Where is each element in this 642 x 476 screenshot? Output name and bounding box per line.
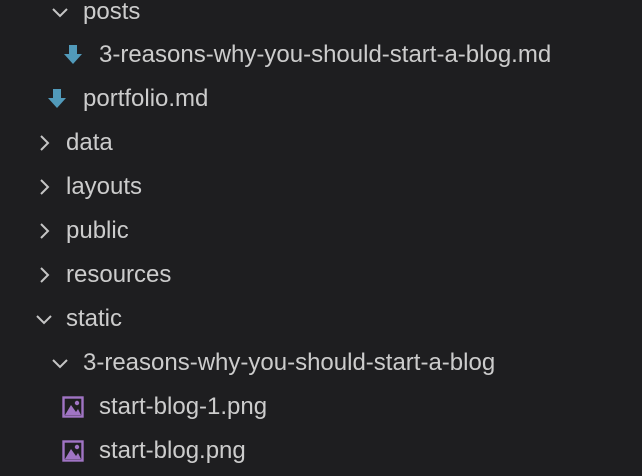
tree-item-static[interactable]: static [0,297,642,341]
tree-item-start-blog-png[interactable]: start-blog.png [0,429,642,473]
file-explorer-tree: posts 3-reasons-why-you-should-start-a-b… [0,0,642,476]
tree-item-label: portfolio.md [83,85,209,112]
markdown-arrow-down-icon [62,44,84,66]
image-file-icon [62,440,84,462]
tree-item-layouts[interactable]: layouts [0,165,642,209]
tree-item-blog-folder[interactable]: 3-reasons-why-you-should-start-a-blog [0,341,642,385]
tree-item-label: start-blog-1.png [99,393,268,420]
chevron-right-icon[interactable] [34,121,54,165]
chevron-down-icon[interactable] [50,341,70,385]
tree-item-label: resources [66,261,172,288]
tree-item-label: data [66,129,113,156]
chevron-right-icon[interactable] [34,253,54,297]
chevron-right-icon[interactable] [34,165,54,209]
tree-item-label: 3-reasons-why-you-should-start-a-blog [83,349,496,376]
tree-item-label: layouts [66,173,143,200]
tree-item-label: public [66,217,129,244]
tree-item-label: static [66,305,123,332]
tree-item-start-blog-1-png[interactable]: start-blog-1.png [0,385,642,429]
chevron-right-icon[interactable] [34,209,54,253]
tree-item-resources[interactable]: resources [0,253,642,297]
tree-item-portfolio-md[interactable]: portfolio.md [0,77,642,121]
chevron-down-icon[interactable] [34,297,54,341]
tree-item-label: start-blog.png [99,437,246,464]
chevron-down-icon[interactable] [50,0,70,34]
image-file-icon [62,396,84,418]
tree-item-posts[interactable]: posts [0,0,642,34]
tree-item-data[interactable]: data [0,121,642,165]
tree-item-public[interactable]: public [0,209,642,253]
tree-item-markdown-file[interactable]: 3-reasons-why-you-should-start-a-blog.md [0,33,642,77]
tree-item-label: posts [83,0,141,25]
markdown-arrow-down-icon [46,88,68,110]
tree-item-label: 3-reasons-why-you-should-start-a-blog.md [99,41,552,68]
